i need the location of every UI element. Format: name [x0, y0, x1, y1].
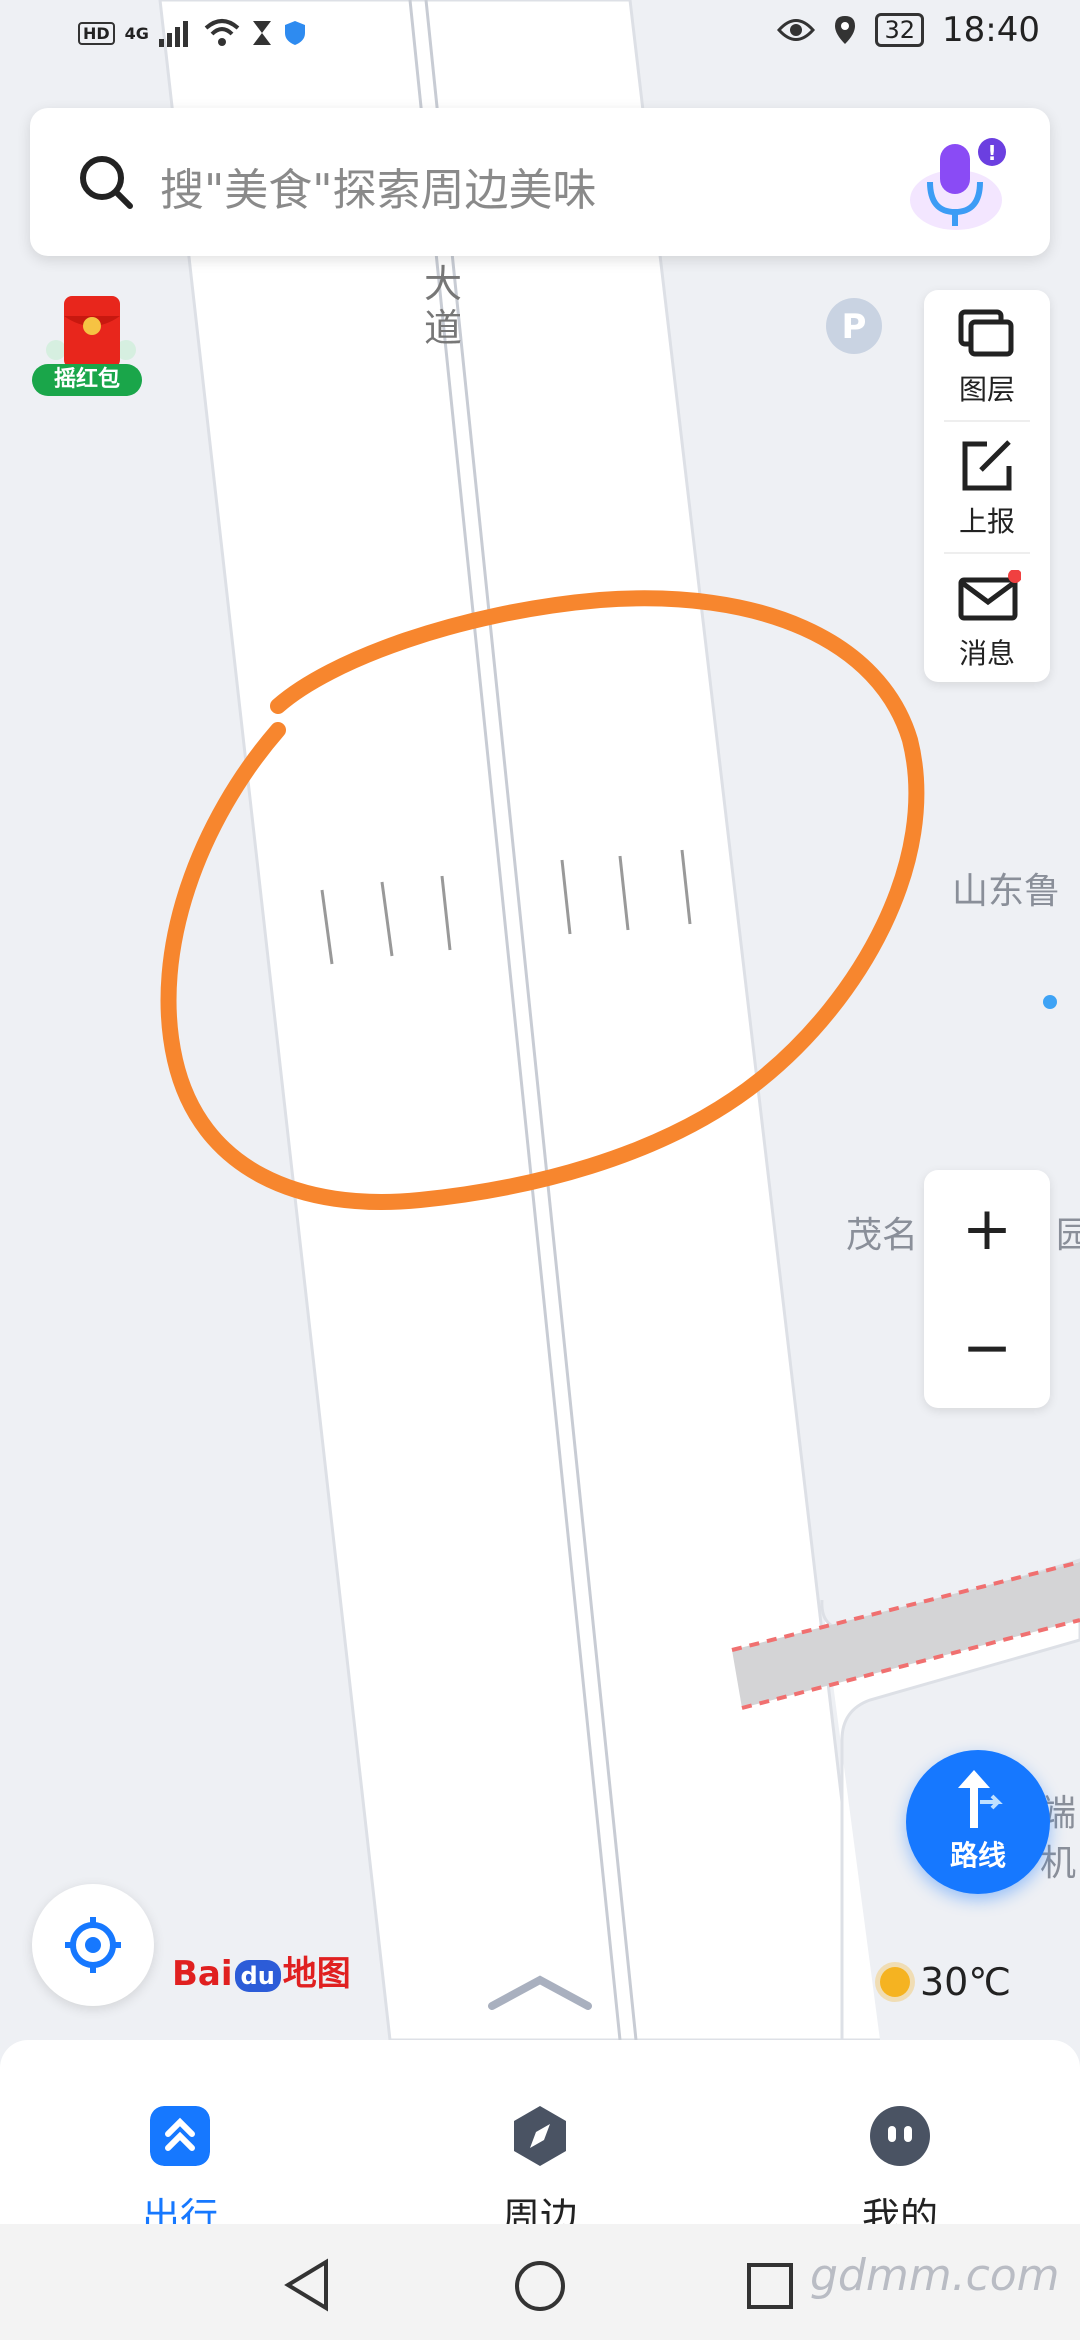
svg-text:!: !	[987, 141, 996, 165]
red-packet-icon	[46, 296, 136, 368]
message-button[interactable]: 消息	[924, 554, 1050, 684]
hd-icon: HD	[78, 21, 115, 45]
locate-target-icon	[65, 1917, 121, 1973]
bottom-nav: 出行 周边 我的	[0, 2040, 1080, 2239]
drawer-handle-icon[interactable]	[488, 1972, 592, 2012]
route-label: 路线	[949, 1839, 1006, 1872]
search-icon	[80, 156, 133, 209]
wifi-icon	[204, 19, 240, 46]
poi-label-shandong[interactable]: 山东鲁	[952, 862, 1060, 914]
recents-icon[interactable]	[746, 2262, 794, 2310]
temperature: 30℃	[920, 1960, 1012, 2004]
home-icon[interactable]	[514, 2260, 566, 2312]
poi-label-park[interactable]: 园	[1056, 1206, 1080, 1258]
route-button[interactable]: 路线	[906, 1750, 1050, 1894]
battery-indicator: 32	[875, 13, 925, 47]
sun-icon	[880, 1967, 910, 1997]
baidu-map-logo: Bai du 地图	[172, 1946, 351, 1995]
poi-label-maoming[interactable]: 茂名	[846, 1206, 918, 1258]
report-button[interactable]: 上报	[924, 422, 1050, 552]
map-tools-panel: 图层 上报 消息	[924, 290, 1050, 682]
road-label: 大道	[424, 262, 463, 350]
network-type: 4G	[124, 23, 149, 43]
layers-button[interactable]: 图层	[924, 290, 1050, 420]
shield-icon	[284, 21, 305, 45]
report-icon	[962, 440, 1012, 491]
map-canvas[interactable]: P	[0, 0, 1080, 2040]
compass-icon	[514, 2106, 566, 2166]
voice-mic-icon[interactable]: !	[896, 130, 1006, 240]
signal-icon	[158, 21, 188, 47]
back-icon[interactable]	[282, 2258, 332, 2312]
red-packet-button[interactable]: 摇红包	[22, 292, 158, 404]
search-bar[interactable]: 搜"美食"探索周边美味 !	[30, 108, 1050, 256]
status-bar: HD 4G 32 18:40	[0, 0, 1080, 72]
watermark: gdmm.com	[810, 2250, 1060, 2301]
search-placeholder[interactable]: 搜"美食"探索周边美味	[160, 154, 596, 218]
profile-face-icon	[870, 2106, 930, 2166]
zoom-in-button[interactable]: +	[924, 1170, 1050, 1289]
weather-widget[interactable]: 30℃	[880, 1960, 1011, 2004]
message-icon	[958, 570, 1021, 621]
layers-label: 图层	[958, 373, 1015, 406]
logo-paw: du	[234, 1959, 281, 1992]
eye-icon	[777, 19, 816, 41]
svg-text:P: P	[842, 307, 867, 347]
red-packet-label: 摇红包	[32, 364, 142, 396]
logo-suffix: 地图	[282, 1954, 351, 1994]
location-icon	[835, 16, 856, 44]
zoom-out-button[interactable]: −	[924, 1289, 1050, 1408]
layers-icon	[958, 309, 1014, 357]
message-label: 消息	[958, 637, 1015, 670]
travel-icon	[150, 2106, 210, 2166]
hourglass-icon	[252, 21, 271, 45]
logo-text: Bai	[172, 1954, 233, 1994]
zoom-controls: + −	[924, 1170, 1050, 1408]
report-label: 上报	[958, 505, 1015, 538]
clock: 18:40	[942, 10, 1040, 50]
locate-button[interactable]	[32, 1884, 154, 2006]
route-arrow-icon	[958, 1770, 1003, 1828]
